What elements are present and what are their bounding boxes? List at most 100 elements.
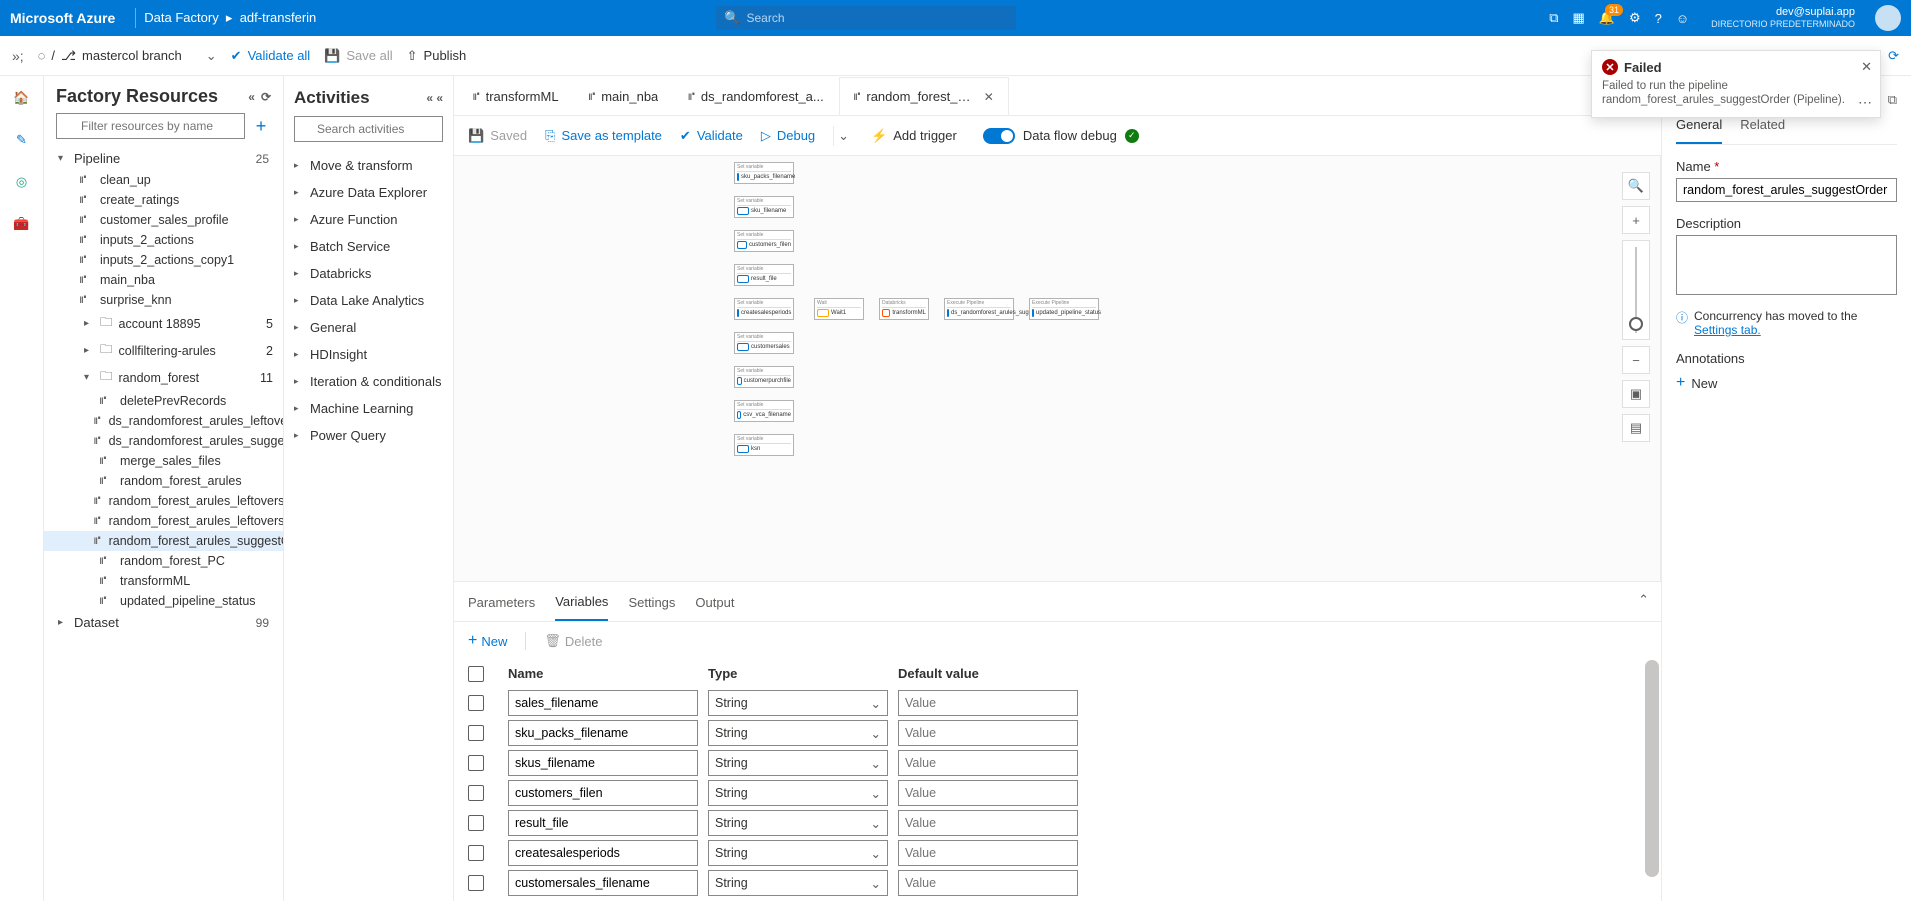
minimap-icon[interactable]: ▤ bbox=[1622, 414, 1650, 442]
breadcrumb[interactable]: Data Factory ▸ adf-transferin bbox=[144, 10, 316, 26]
row-checkbox[interactable] bbox=[468, 695, 484, 711]
copy-icon[interactable]: ⧉ bbox=[1888, 92, 1897, 108]
activity-category[interactable]: ▸Batch Service bbox=[294, 233, 443, 260]
validate-all-button[interactable]: ✔Validate all bbox=[231, 48, 311, 64]
collapse-bottom-icon[interactable]: ⌃ bbox=[1638, 592, 1649, 608]
pin-icon[interactable]: ⟳ bbox=[261, 90, 271, 104]
name-field[interactable] bbox=[1676, 178, 1897, 202]
variable-value-input[interactable] bbox=[898, 810, 1078, 836]
collapse-left-icon[interactable]: »; bbox=[12, 48, 24, 64]
tree-item[interactable]: ⑈inputs_2_actions_copy1 bbox=[44, 250, 283, 270]
variable-value-input[interactable] bbox=[898, 840, 1078, 866]
tree-item[interactable]: ⑈merge_sales_files bbox=[44, 451, 283, 471]
tree-folder[interactable]: ▾🗀random_forest11 bbox=[44, 364, 283, 391]
debug-button[interactable]: ▷Debug bbox=[761, 128, 815, 144]
grid-scrollbar[interactable] bbox=[1645, 660, 1659, 901]
avatar[interactable] bbox=[1875, 5, 1901, 31]
tab-parameters[interactable]: Parameters bbox=[468, 591, 535, 620]
activity-category[interactable]: ▸HDInsight bbox=[294, 341, 443, 368]
activities-search-input[interactable] bbox=[294, 116, 443, 142]
activity-category[interactable]: ▸Move & transform bbox=[294, 152, 443, 179]
tree-item[interactable]: ⑈random_forest_arules_leftovers_2... bbox=[44, 511, 283, 531]
variable-type-select[interactable]: String⌄ bbox=[708, 780, 888, 806]
variable-name-input[interactable] bbox=[508, 840, 698, 866]
tree-folder[interactable]: ▸🗀account 188955 bbox=[44, 310, 283, 337]
chevron-down-icon[interactable]: ⌄ bbox=[206, 48, 217, 64]
tree-item[interactable]: ⑈ds_randomforest_arules_leftovers... bbox=[44, 411, 283, 431]
tree-item[interactable]: ⑈deletePrevRecords bbox=[44, 391, 283, 411]
tree-item[interactable]: ⑈updated_pipeline_status bbox=[44, 591, 283, 611]
toast-more-icon[interactable]: ⋯ bbox=[1858, 94, 1872, 111]
variable-value-input[interactable] bbox=[898, 870, 1078, 896]
feedback-icon[interactable]: ☺ bbox=[1676, 11, 1689, 26]
search-canvas-icon[interactable]: 🔍 bbox=[1622, 172, 1650, 200]
row-checkbox[interactable] bbox=[468, 755, 484, 771]
variable-name-input[interactable] bbox=[508, 750, 698, 776]
variable-value-input[interactable] bbox=[898, 750, 1078, 776]
tree-item[interactable]: ⑈transformML bbox=[44, 571, 283, 591]
zoom-slider[interactable] bbox=[1622, 240, 1650, 340]
variable-name-input[interactable] bbox=[508, 810, 698, 836]
add-trigger-button[interactable]: ⚡Add trigger bbox=[871, 128, 957, 144]
variable-value-input[interactable] bbox=[898, 690, 1078, 716]
description-field[interactable] bbox=[1676, 235, 1897, 295]
activity-category[interactable]: ▸Machine Learning bbox=[294, 395, 443, 422]
tree-item[interactable]: ⑈clean_up bbox=[44, 170, 283, 190]
zoom-in-icon[interactable]: + bbox=[1622, 206, 1650, 234]
collapse-icon[interactable]: « bbox=[248, 90, 255, 104]
variable-value-input[interactable] bbox=[898, 780, 1078, 806]
close-icon[interactable]: ✕ bbox=[1861, 59, 1872, 75]
factory-filter-input[interactable] bbox=[56, 113, 245, 139]
variable-type-select[interactable]: String⌄ bbox=[708, 840, 888, 866]
activity-category[interactable]: ▸Data Lake Analytics bbox=[294, 287, 443, 314]
dataset-group[interactable]: ▸Dataset 99 bbox=[44, 611, 283, 634]
row-checkbox[interactable] bbox=[468, 875, 484, 891]
tree-item[interactable]: ⑈create_ratings bbox=[44, 190, 283, 210]
settings-tab-link[interactable]: Settings tab. bbox=[1694, 323, 1761, 337]
breadcrumb-service[interactable]: Data Factory bbox=[144, 10, 218, 25]
variable-name-input[interactable] bbox=[508, 870, 698, 896]
row-checkbox[interactable] bbox=[468, 785, 484, 801]
activity-category[interactable]: ▸Azure Data Explorer bbox=[294, 179, 443, 206]
variable-type-select[interactable]: String⌄ bbox=[708, 870, 888, 896]
variable-type-select[interactable]: String⌄ bbox=[708, 810, 888, 836]
tree-item[interactable]: ⑈ds_randomforest_arules_suggest... bbox=[44, 431, 283, 451]
save-template-button[interactable]: ⎘Save as template bbox=[545, 128, 662, 144]
tree-item[interactable]: ⑈random_forest_arules bbox=[44, 471, 283, 491]
variable-type-select[interactable]: String⌄ bbox=[708, 690, 888, 716]
variable-value-input[interactable] bbox=[898, 720, 1078, 746]
validate-button[interactable]: ✔Validate bbox=[680, 128, 743, 144]
tree-item[interactable]: ⑈random_forest_arules_suggestOr... bbox=[44, 531, 283, 551]
row-checkbox[interactable] bbox=[468, 725, 484, 741]
cloud-shell-icon[interactable]: ⧉ bbox=[1549, 10, 1558, 26]
notifications-icon[interactable]: 🔔31 bbox=[1599, 10, 1615, 26]
tree-item[interactable]: ⑈surprise_knn bbox=[44, 290, 283, 310]
settings-icon[interactable]: ⚙ bbox=[1629, 10, 1641, 26]
monitor-icon[interactable]: ◎ bbox=[8, 168, 36, 196]
editor-tab[interactable]: ⑈transformML bbox=[458, 77, 574, 115]
home-icon[interactable]: 🏠 bbox=[8, 84, 36, 112]
close-icon[interactable]: ✕ bbox=[984, 90, 994, 104]
zoom-out-icon[interactable]: − bbox=[1622, 346, 1650, 374]
user-block[interactable]: dev@suplai.app DIRECTORIO PREDETERMINADO bbox=[1711, 6, 1855, 30]
row-checkbox[interactable] bbox=[468, 845, 484, 861]
tree-item[interactable]: ⑈customer_sales_profile bbox=[44, 210, 283, 230]
pipeline-canvas[interactable]: Set variablesku_packs_filename Set varia… bbox=[454, 156, 1661, 581]
search-input[interactable] bbox=[746, 11, 1008, 25]
activity-category[interactable]: ▸Azure Function bbox=[294, 206, 443, 233]
tab-variables[interactable]: Variables bbox=[555, 590, 608, 621]
publish-button[interactable]: ⇧Publish bbox=[407, 48, 467, 64]
activity-category[interactable]: ▸General bbox=[294, 314, 443, 341]
select-all-checkbox[interactable] bbox=[468, 666, 484, 682]
debug-dropdown[interactable]: ⌄ bbox=[833, 126, 853, 146]
variable-type-select[interactable]: String⌄ bbox=[708, 720, 888, 746]
add-resource-button[interactable]: + bbox=[251, 113, 271, 139]
tree-item[interactable]: ⑈random_forest_arules_leftovers bbox=[44, 491, 283, 511]
tab-settings[interactable]: Settings bbox=[628, 591, 675, 620]
fit-icon[interactable]: ▣ bbox=[1622, 380, 1650, 408]
global-search[interactable]: 🔍 bbox=[716, 6, 1016, 30]
tab-output[interactable]: Output bbox=[695, 591, 734, 620]
tree-item[interactable]: ⑈inputs_2_actions bbox=[44, 230, 283, 250]
variable-name-input[interactable] bbox=[508, 690, 698, 716]
row-checkbox[interactable] bbox=[468, 815, 484, 831]
